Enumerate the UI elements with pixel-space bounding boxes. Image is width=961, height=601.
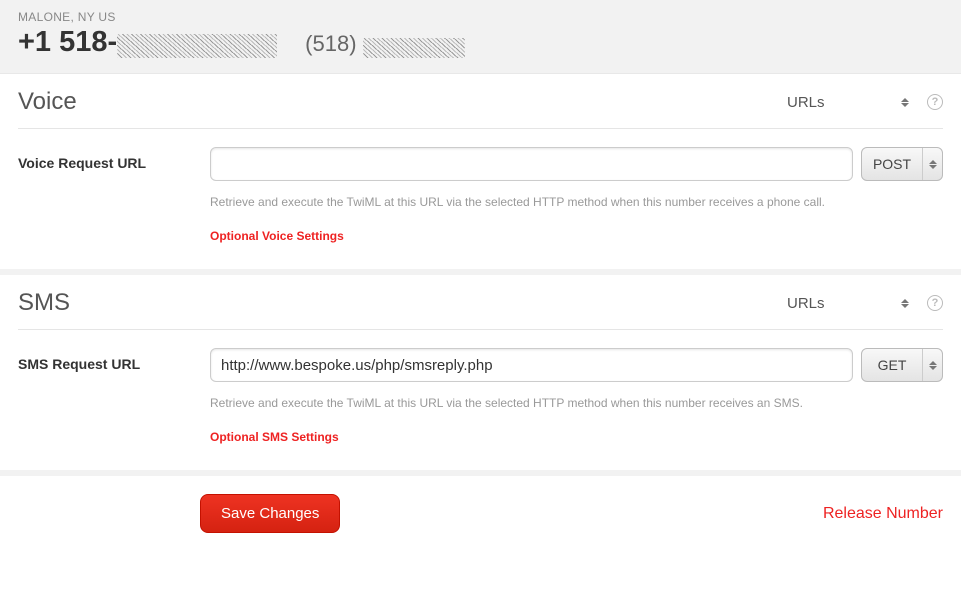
sms-request-url-help: Retrieve and execute the TwiML at this U… [210,396,943,410]
voice-request-url-content: POST Retrieve and execute the TwiML at t… [210,147,943,245]
phone-primary: +1 518- [18,26,277,59]
voice-method-arrow [922,148,942,180]
phone-secondary-prefix: (518) [305,31,356,56]
updown-icon [901,98,909,107]
sms-request-url-input[interactable] [210,348,853,382]
sms-request-url-content: GET Retrieve and execute the TwiML at th… [210,348,943,446]
redacted-phone-secondary [363,38,465,58]
voice-config-mode-select[interactable]: URLs [777,89,917,115]
location-label: MALONE, NY US [18,10,943,24]
voice-method-select[interactable]: POST [861,147,943,181]
voice-request-url-row: Voice Request URL POST Retrieve and exec… [18,147,943,245]
help-icon[interactable]: ? [927,295,943,311]
sms-section-header: SMS URLs ? [18,289,943,330]
sms-config-mode-label: URLs [787,295,825,312]
sms-section: SMS URLs ? SMS Request URL GET [0,275,961,464]
sms-request-url-row: SMS Request URL GET Retrieve and execute… [18,348,943,446]
sms-request-url-label: SMS Request URL [18,348,200,372]
voice-section: Voice URLs ? Voice Request URL POST [0,74,961,263]
voice-section-title: Voice [18,88,77,116]
sms-method-arrow [922,349,942,381]
voice-config-mode-label: URLs [787,94,825,111]
release-number-link[interactable]: Release Number [823,505,943,523]
sms-section-title: SMS [18,289,70,317]
sms-request-url-input-group: GET [210,348,943,382]
save-changes-button[interactable]: Save Changes [200,494,340,533]
sms-header-right: URLs ? [777,290,943,316]
help-icon[interactable]: ? [927,94,943,110]
phone-primary-prefix: +1 518- [18,26,117,58]
voice-optional-settings-link[interactable]: Optional Voice Settings [210,229,344,243]
updown-icon [929,361,937,370]
phone-row: +1 518- (518) [18,26,943,59]
footer-section: Save Changes Release Number [0,476,961,551]
redacted-phone-primary [117,34,277,58]
number-header: MALONE, NY US +1 518- (518) [0,0,961,74]
voice-request-url-label: Voice Request URL [18,147,200,171]
sms-method-select[interactable]: GET [861,348,943,382]
sms-method-label: GET [862,349,922,381]
voice-request-url-help: Retrieve and execute the TwiML at this U… [210,195,943,209]
updown-icon [901,299,909,308]
voice-request-url-input[interactable] [210,147,853,181]
voice-section-header: Voice URLs ? [18,88,943,129]
voice-header-right: URLs ? [777,89,943,115]
sms-config-mode-select[interactable]: URLs [777,290,917,316]
voice-request-url-input-group: POST [210,147,943,181]
sms-optional-settings-link[interactable]: Optional SMS Settings [210,430,339,444]
footer-inner: Save Changes Release Number [200,494,943,533]
voice-method-label: POST [862,148,922,180]
updown-icon [929,160,937,169]
phone-secondary: (518) [305,31,464,57]
